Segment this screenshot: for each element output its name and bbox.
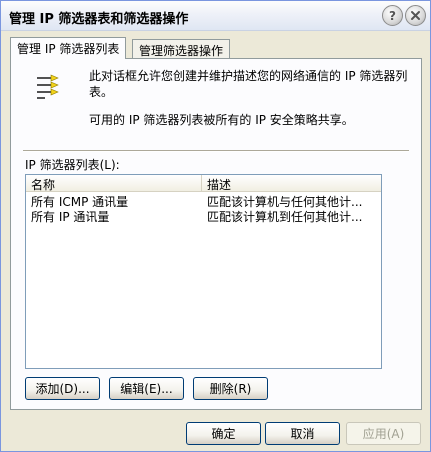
separator [23,150,409,152]
row-description: 匹配该计算机到任何其他计... [207,210,363,224]
window-title: 管理 IP 筛选器表和筛选器操作 [9,12,189,27]
row-name: 所有 IP 通讯量 [31,210,110,224]
close-icon [411,11,420,20]
add-button[interactable]: 添加(D)... [25,377,100,400]
cancel-button[interactable]: 取消 [265,422,340,445]
remove-button[interactable]: 删除(R) [193,377,268,400]
apply-button[interactable]: 应用(A) [346,422,421,445]
table-row[interactable]: 所有 ICMP 通讯量 匹配该计算机与任何其他计... [26,192,381,209]
list-header: 名称 描述 [26,175,381,192]
filter-list-label: IP 筛选器列表(L): [25,158,120,172]
help-button[interactable]: ? [382,5,403,26]
column-header-name[interactable]: 名称 [26,175,202,192]
filter-list-icon [37,74,59,99]
description-text: 此对话框允许您创建并维护描述您的网络通信的 IP 筛选器列表。 [89,69,408,99]
title-bar[interactable]: 管理 IP 筛选器表和筛选器操作 ? [1,1,430,31]
help-icon: ? [389,8,396,23]
table-row[interactable]: 所有 IP 通讯量 匹配该计算机到任何其他计... [26,207,381,224]
tab-manage-filter-actions[interactable]: 管理筛选器操作 [132,39,231,59]
close-button[interactable] [405,5,426,26]
tab-manage-ip-filter-lists[interactable]: 管理 IP 筛选器列表 [10,37,127,59]
ok-button[interactable]: 确定 [186,422,261,445]
column-header-description[interactable]: 描述 [202,175,381,192]
filter-list-view[interactable]: 名称 描述 所有 ICMP 通讯量 匹配该计算机与任何其他计... 所有 IP … [25,174,382,369]
edit-button[interactable]: 编辑(E)... [109,377,184,400]
tab-panel: 此对话框允许您创建并维护描述您的网络通信的 IP 筛选器列表。 可用的 IP 筛… [10,58,422,410]
dialog-window: 管理 IP 筛选器表和筛选器操作 ? 管理 IP 筛选器列表 管理筛选器操作 此… [0,0,431,452]
shared-note-text: 可用的 IP 筛选器列表被所有的 IP 安全策略共享。 [89,113,354,127]
